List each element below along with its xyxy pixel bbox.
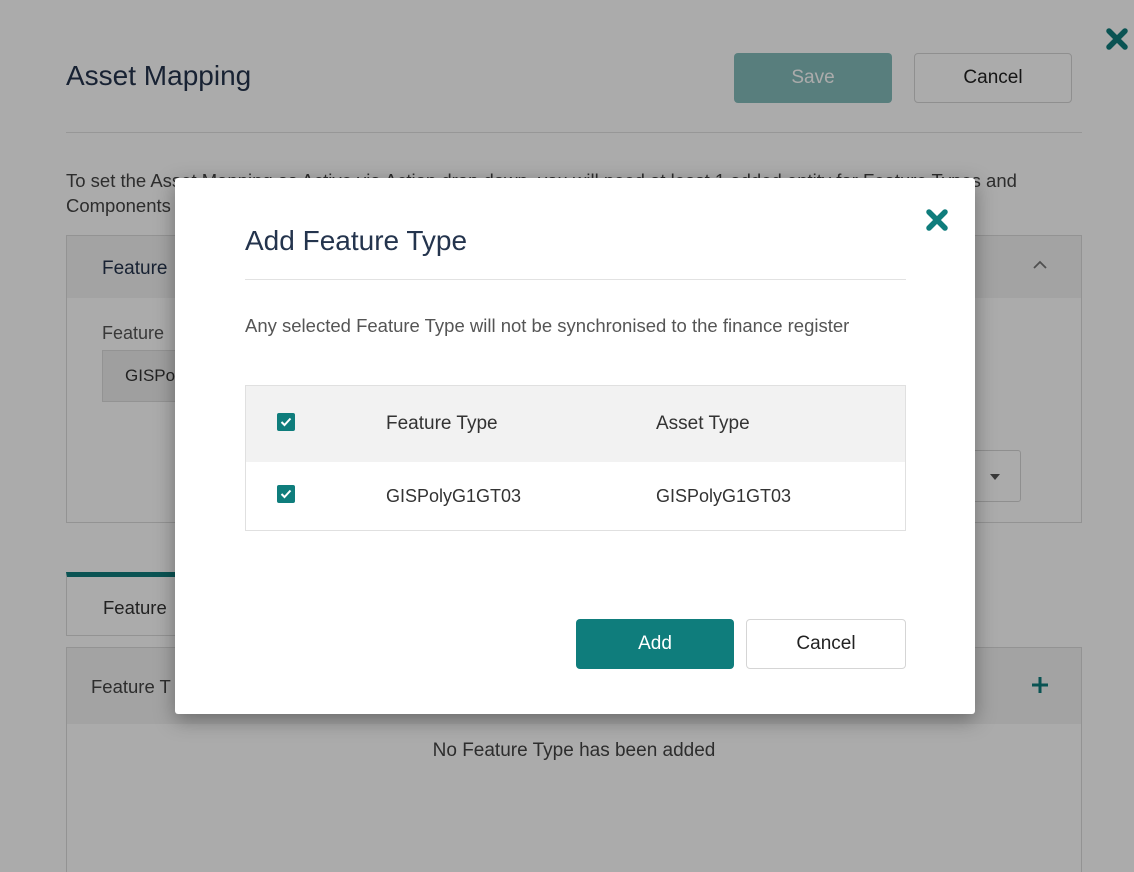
dialog-cancel-button[interactable]: Cancel: [746, 619, 906, 669]
column-header-asset-type[interactable]: Asset Type: [656, 413, 750, 435]
table-row[interactable]: GISPolyG1GT03 GISPolyG1GT03: [246, 462, 905, 530]
grid-header-row: Feature Type Asset Type: [246, 386, 905, 463]
close-icon[interactable]: [921, 204, 953, 236]
add-feature-type-dialog: Add Feature Type Any selected Feature Ty…: [175, 178, 975, 714]
feature-type-grid: Feature Type Asset Type GISPolyG1GT03 GI…: [245, 385, 906, 531]
dialog-notice: Any selected Feature Type will not be sy…: [245, 315, 850, 336]
column-header-feature-type[interactable]: Feature Type: [386, 413, 498, 435]
row-checkbox[interactable]: [277, 485, 295, 503]
cell-asset-type: GISPolyG1GT03: [656, 486, 792, 506]
dialog-title: Add Feature Type: [245, 225, 468, 256]
cell-feature-type: GISPolyG1GT03: [386, 486, 522, 506]
dialog-divider: [245, 279, 906, 280]
add-button[interactable]: Add: [576, 619, 734, 669]
select-all-checkbox[interactable]: [277, 413, 295, 431]
